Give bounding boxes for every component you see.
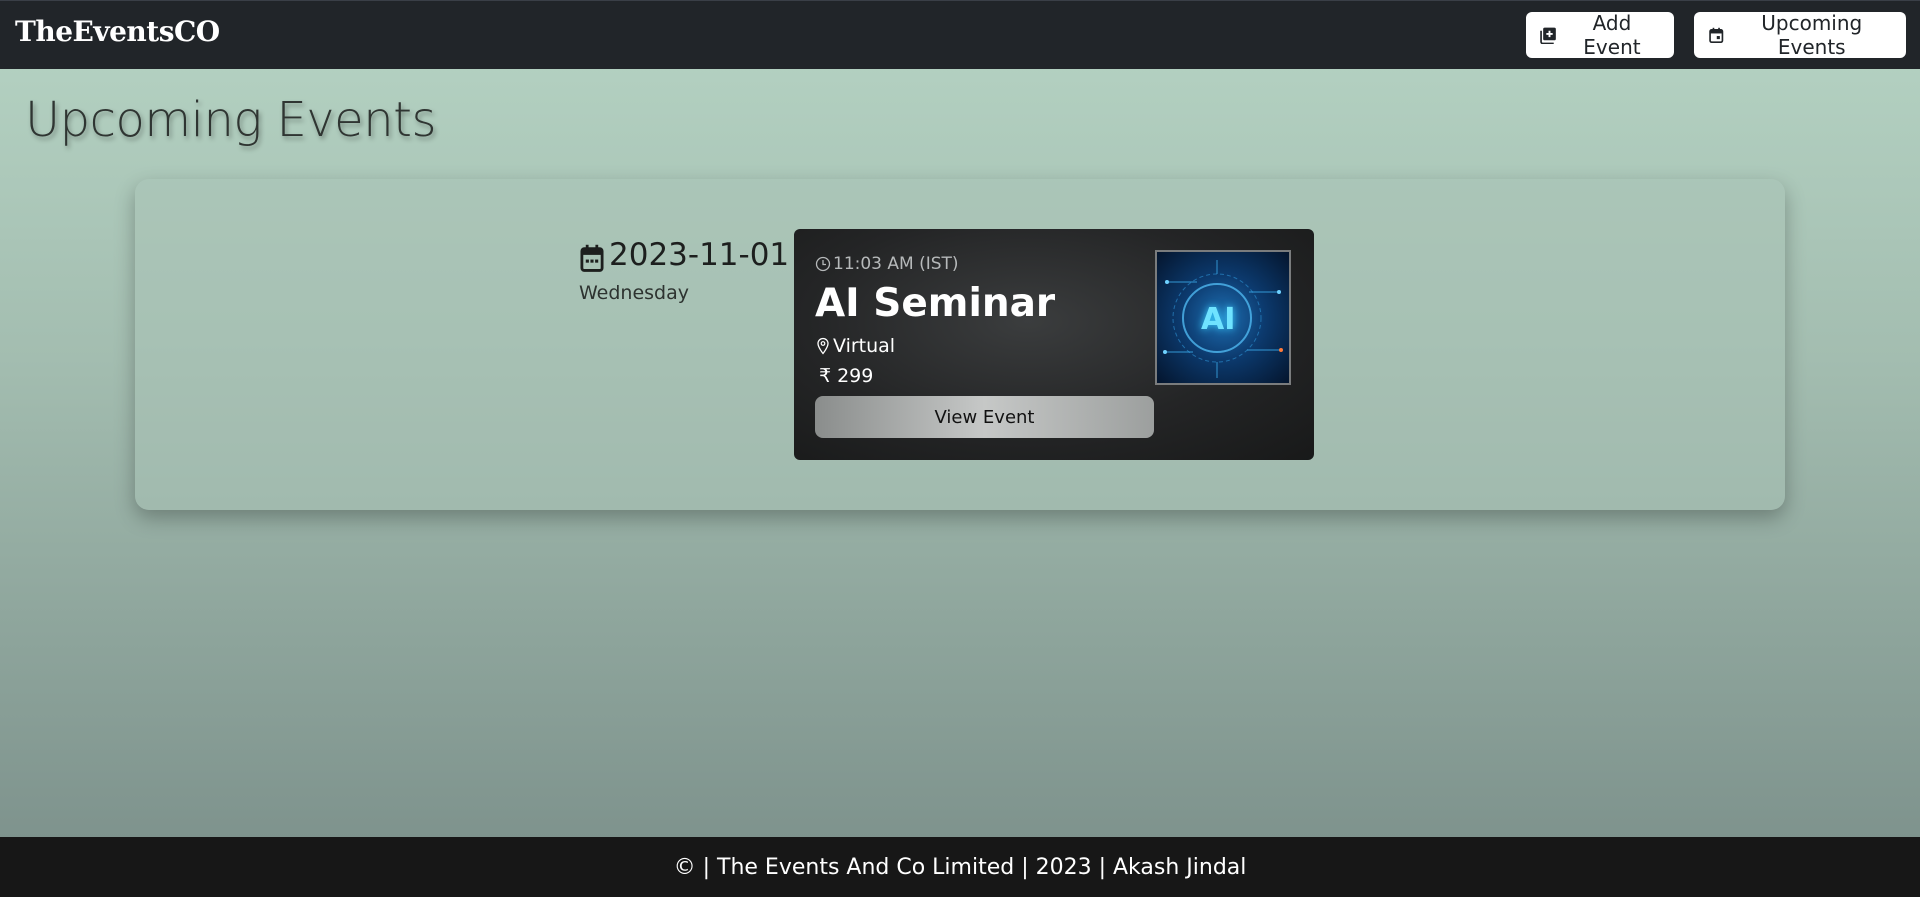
event-title: AI Seminar xyxy=(815,281,1056,326)
footer: © | The Events And Co Limited | 2023 | A… xyxy=(0,837,1920,897)
upcoming-events-button[interactable]: Upcoming Events xyxy=(1694,11,1906,59)
brand-logo[interactable]: TheEventsCO xyxy=(15,15,220,48)
event-location-text: Virtual xyxy=(833,335,896,357)
navbar: TheEventsCO Add Event Upcoming Events xyxy=(0,0,1920,69)
page-title: Upcoming Events xyxy=(25,92,436,148)
event-time-text: 11:03 AM (IST) xyxy=(833,254,959,274)
event-price-value: 299 xyxy=(837,365,874,387)
clock-icon xyxy=(815,256,831,272)
event-weekday: Wednesday xyxy=(579,282,690,304)
calendar-plus-icon xyxy=(1540,27,1556,44)
event-price: ₹ 299 xyxy=(819,365,873,387)
event-date: 2023-11-01 xyxy=(609,237,790,273)
rupee-icon: ₹ xyxy=(819,365,832,387)
event-location: Virtual xyxy=(816,335,895,357)
event-thumbnail[interactable]: AI xyxy=(1155,250,1291,385)
view-event-button[interactable]: View Event xyxy=(815,396,1154,438)
date-line: 2023-11-01 xyxy=(579,237,789,273)
event-time: 11:03 AM (IST) xyxy=(815,254,959,274)
add-event-button[interactable]: Add Event xyxy=(1526,11,1674,59)
calendar-icon xyxy=(580,244,604,272)
thumbnail-text: AI xyxy=(1201,302,1236,337)
upcoming-events-label: Upcoming Events xyxy=(1761,11,1863,59)
map-pin-icon xyxy=(817,337,829,355)
event-date-block: 2023-11-01 Wednesday xyxy=(579,237,789,304)
calendar-icon xyxy=(1709,27,1724,44)
add-event-label: Add Event xyxy=(1583,11,1641,59)
footer-text: © | The Events And Co Limited | 2023 | A… xyxy=(673,854,1247,880)
event-card: 11:03 AM (IST) AI Seminar Virtual ₹ 299 … xyxy=(794,229,1314,460)
